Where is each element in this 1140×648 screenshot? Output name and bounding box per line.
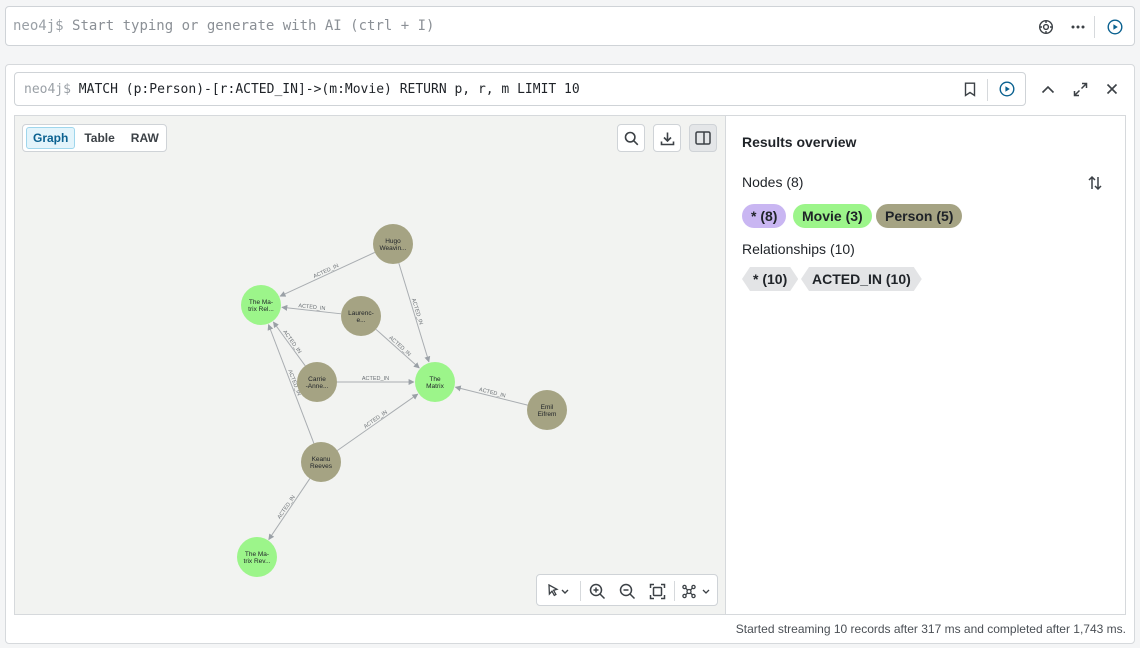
editor-placeholder: Start typing or generate with AI (ctrl +…: [72, 18, 435, 34]
fullscreen-icon[interactable]: [1069, 78, 1091, 100]
ai-assist-icon[interactable]: [1035, 16, 1057, 38]
relationship-label: ACTED_IN: [363, 410, 389, 431]
zoom-in-icon: [589, 583, 605, 599]
tab-graph[interactable]: Graph: [26, 127, 76, 149]
search-icon: [624, 131, 638, 145]
layout-icon: [682, 584, 710, 598]
overview-title: Results overview: [742, 134, 857, 150]
graph-node-laurence[interactable]: Laurenc-e...: [341, 296, 381, 336]
graph-controls: [536, 574, 718, 606]
download-icon: [660, 132, 674, 145]
search-button[interactable]: [617, 124, 645, 152]
controls-divider: [580, 581, 581, 601]
node-caption: Eifrem: [538, 411, 557, 418]
graph-node-keanu[interactable]: KeanuReeves: [301, 442, 341, 482]
node-pill-all[interactable]: * (8): [742, 204, 787, 228]
frame-prompt: neo4j$: [24, 82, 71, 97]
select-tool-button[interactable]: [542, 580, 574, 602]
frame-query-text: MATCH (p:Person)-[r:ACTED_IN]->(m:Movie)…: [78, 82, 580, 97]
relationship-label: ACTED_IN: [281, 329, 302, 355]
relationship-label: ACTED_IN: [478, 387, 506, 399]
results-overview: Results overview Nodes (8) * (8) Movie (…: [727, 116, 1125, 614]
rerun-query-icon[interactable]: [996, 78, 1018, 100]
view-tabs: Graph Table RAW: [22, 124, 167, 152]
collapse-icon[interactable]: [1037, 78, 1059, 100]
relationship-label: ACTED_IN: [313, 263, 340, 280]
node-pill-person[interactable]: Person (5): [876, 204, 963, 228]
graph-node-carrie[interactable]: Carrie-Anne...: [297, 362, 337, 402]
relationship-label: ACTED_IN: [277, 494, 297, 520]
node-caption: The Ma-: [249, 299, 273, 306]
sort-icon[interactable]: [1085, 173, 1105, 193]
node-caption: trix Rel...: [248, 306, 274, 313]
node-caption: Hugo: [385, 238, 401, 245]
relationship-label: ACTED_IN: [410, 298, 424, 326]
node-caption: Emil: [541, 404, 554, 411]
result-frame: neo4j$ MATCH (p:Person)-[r:ACTED_IN]->(m…: [5, 64, 1135, 644]
layout-button[interactable]: [680, 580, 714, 602]
node-caption: -Anne...: [306, 383, 329, 390]
node-caption: Matrix: [426, 383, 444, 390]
editor-input[interactable]: neo4j$ Start typing or generate with AI …: [13, 18, 434, 34]
node-caption: Keanu: [312, 456, 331, 463]
frame-query: neo4j$ MATCH (p:Person)-[r:ACTED_IN]->(m…: [24, 82, 580, 97]
result-area: ACTED_IN ACTED_IN ACTED_IN ACTED_IN ACTED_IN…: [14, 115, 1126, 615]
node-caption: e...: [356, 317, 365, 324]
node-pill-movie[interactable]: Movie (3): [793, 204, 872, 228]
controls-divider-2: [674, 581, 675, 601]
status-message: Started streaming 10 records after 317 m…: [735, 622, 1126, 636]
zoom-out-button[interactable]: [616, 580, 638, 602]
node-caption: The: [429, 376, 441, 383]
zoom-in-button[interactable]: [586, 580, 608, 602]
toolbar-divider: [1094, 16, 1095, 38]
close-frame-icon[interactable]: [1101, 78, 1123, 100]
relationship-label: ACTED_IN: [362, 376, 389, 382]
relationships-label: Relationships (10): [742, 241, 855, 257]
node-caption: trix Rev...: [244, 558, 271, 565]
rel-pill-acted-in[interactable]: ACTED_IN (10): [801, 267, 922, 291]
graph-canvas[interactable]: ACTED_IN ACTED_IN ACTED_IN ACTED_IN ACTED_IN…: [15, 116, 726, 614]
query-editor-bar[interactable]: neo4j$ Start typing or generate with AI …: [5, 6, 1135, 46]
nodes-label: Nodes (8): [742, 174, 804, 190]
query-divider: [987, 79, 988, 101]
run-query-icon[interactable]: [1104, 16, 1126, 38]
editor-prompt: neo4j$: [13, 18, 64, 34]
download-button[interactable]: [653, 124, 681, 152]
graph-node-matrix[interactable]: TheMatrix: [415, 362, 455, 402]
panel-icon: [695, 131, 711, 145]
node-caption: Carrie: [308, 376, 326, 383]
node-caption: Weavin...: [380, 245, 407, 252]
graph-node-matrix_rev[interactable]: The Ma-trix Rev...: [237, 537, 277, 577]
graph-node-emil[interactable]: EmilEifrem: [527, 390, 567, 430]
graph-node-matrix_rel[interactable]: The Ma-trix Rel...: [241, 285, 281, 325]
node-caption: Reeves: [310, 463, 333, 470]
node-caption: Laurenc-: [348, 310, 374, 317]
zoom-out-icon: [619, 583, 635, 599]
rel-pill-all[interactable]: * (10): [742, 267, 798, 291]
relationship-label: ACTED_IN: [387, 335, 411, 358]
node-caption: The Ma-: [245, 551, 269, 558]
toggle-overview-button[interactable]: [689, 124, 717, 152]
fit-view-button[interactable]: [646, 580, 668, 602]
bookmark-icon[interactable]: [959, 78, 981, 100]
graph-node-hugo[interactable]: HugoWeavin...: [373, 224, 413, 264]
frame-query-box[interactable]: neo4j$ MATCH (p:Person)-[r:ACTED_IN]->(m…: [14, 72, 1026, 106]
fit-to-screen-icon: [649, 583, 665, 599]
tab-table[interactable]: Table: [77, 127, 121, 149]
pointer-icon: [548, 584, 569, 597]
graph-visualization[interactable]: ACTED_IN ACTED_IN ACTED_IN ACTED_IN ACTED_IN…: [15, 116, 726, 614]
more-options-icon[interactable]: [1067, 16, 1089, 38]
tab-raw[interactable]: RAW: [124, 127, 166, 149]
